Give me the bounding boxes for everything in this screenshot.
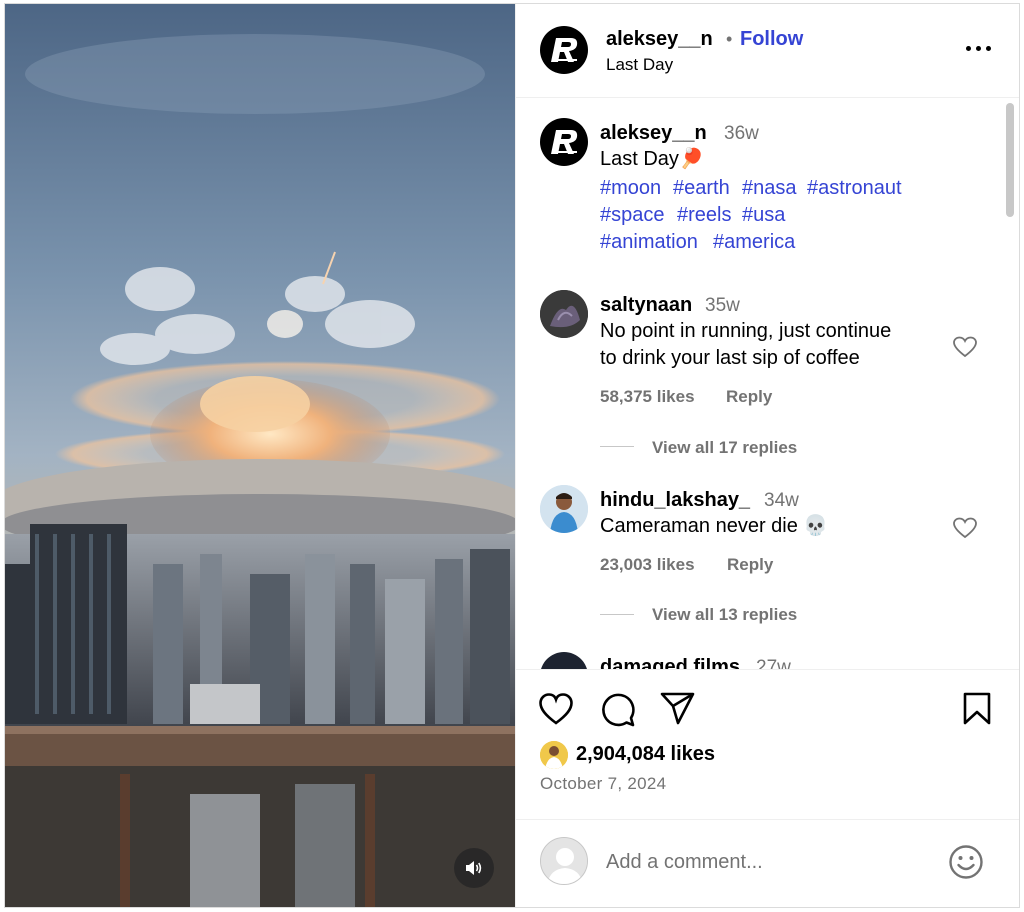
likes-count[interactable]: 2,904,084 likes	[576, 743, 715, 766]
author-username[interactable]: aleksey__n	[606, 28, 713, 51]
comment-age[interactable]: 34w	[764, 490, 799, 512]
comments-scrollbar[interactable]	[1006, 103, 1014, 217]
caption-username[interactable]: aleksey__n	[600, 122, 707, 145]
ping-pong-emoji: 🏓	[678, 148, 704, 170]
follow-button[interactable]: Follow	[740, 28, 803, 51]
reply-button[interactable]: Reply	[726, 387, 772, 407]
comment-icon[interactable]	[600, 692, 636, 728]
replies-divider	[600, 614, 634, 615]
post-modal: aleksey__n • Follow Last Day aleksey__n …	[4, 3, 1020, 908]
hashtag[interactable]: #usa	[742, 204, 785, 227]
hashtag[interactable]: #astronaut	[807, 177, 902, 200]
volume-icon	[466, 861, 482, 875]
hashtag[interactable]: #reels	[677, 204, 731, 227]
comment-likes[interactable]: 58,375 likes	[600, 387, 695, 407]
commenter-avatar[interactable]	[540, 485, 588, 533]
caption-avatar[interactable]	[540, 118, 588, 166]
current-user-avatar[interactable]	[540, 837, 588, 885]
avatar-image	[540, 485, 588, 533]
view-replies-button[interactable]: View all 17 replies	[652, 438, 797, 458]
heart-icon[interactable]	[538, 692, 574, 726]
replies-divider	[600, 446, 634, 447]
caption-age[interactable]: 36w	[724, 123, 759, 145]
avatar-image	[540, 290, 588, 338]
hashtag[interactable]: #earth	[673, 177, 730, 200]
comment-text: Cameraman never die 💀	[600, 515, 829, 537]
comment-text: to drink your last sip of coffee	[600, 347, 860, 369]
reel-video[interactable]	[5, 4, 515, 907]
comment-text: No point in running, just continue	[600, 320, 892, 342]
comment-likes[interactable]: 23,003 likes	[600, 555, 695, 575]
comment-divider	[516, 819, 1019, 820]
hashtag[interactable]: #space	[600, 204, 665, 227]
bookmark-icon[interactable]	[962, 692, 992, 726]
hashtag[interactable]: #moon	[600, 177, 661, 200]
post-header: aleksey__n • Follow Last Day	[516, 4, 1019, 98]
brand-logo-icon	[551, 130, 578, 154]
commenter-avatar[interactable]	[540, 290, 588, 338]
avatar-image	[540, 741, 568, 769]
separator-dot: •	[726, 29, 733, 49]
comment-like-icon[interactable]	[952, 335, 978, 359]
brand-logo-icon	[551, 38, 578, 62]
comments-list[interactable]: aleksey__n 36w Last Day🏓 #moon #earth #n…	[516, 99, 1019, 669]
add-comment-input[interactable]	[606, 844, 926, 880]
post-date[interactable]: October 7, 2024	[540, 774, 666, 794]
comment-like-icon[interactable]	[952, 516, 978, 540]
comment-age[interactable]: 27w	[756, 657, 791, 669]
default-avatar-icon	[541, 838, 587, 884]
reply-button[interactable]: Reply	[727, 555, 773, 575]
caption-text: Last Day🏓	[600, 148, 704, 170]
video-frame	[5, 4, 515, 907]
hashtag[interactable]: #nasa	[742, 177, 797, 200]
post-details-panel: aleksey__n • Follow Last Day aleksey__n …	[515, 4, 1019, 907]
view-replies-button[interactable]: View all 13 replies	[652, 605, 797, 625]
liker-avatar[interactable]	[540, 741, 568, 769]
comment-username[interactable]: hindu_lakshay_	[600, 489, 750, 512]
mute-button[interactable]	[454, 848, 494, 888]
audio-subtitle[interactable]: Last Day	[606, 55, 673, 75]
comment-age[interactable]: 35w	[705, 295, 740, 317]
hashtag[interactable]: #america	[713, 231, 795, 254]
more-options-icon[interactable]	[964, 46, 994, 54]
emoji-icon[interactable]	[948, 844, 984, 880]
author-avatar[interactable]	[540, 26, 588, 74]
share-icon[interactable]	[660, 692, 696, 726]
commenter-avatar[interactable]	[540, 652, 588, 669]
hashtag[interactable]: #animation	[600, 231, 698, 254]
comment-username[interactable]: saltynaan	[600, 294, 692, 317]
comment-username[interactable]: damaged.films	[600, 656, 740, 669]
